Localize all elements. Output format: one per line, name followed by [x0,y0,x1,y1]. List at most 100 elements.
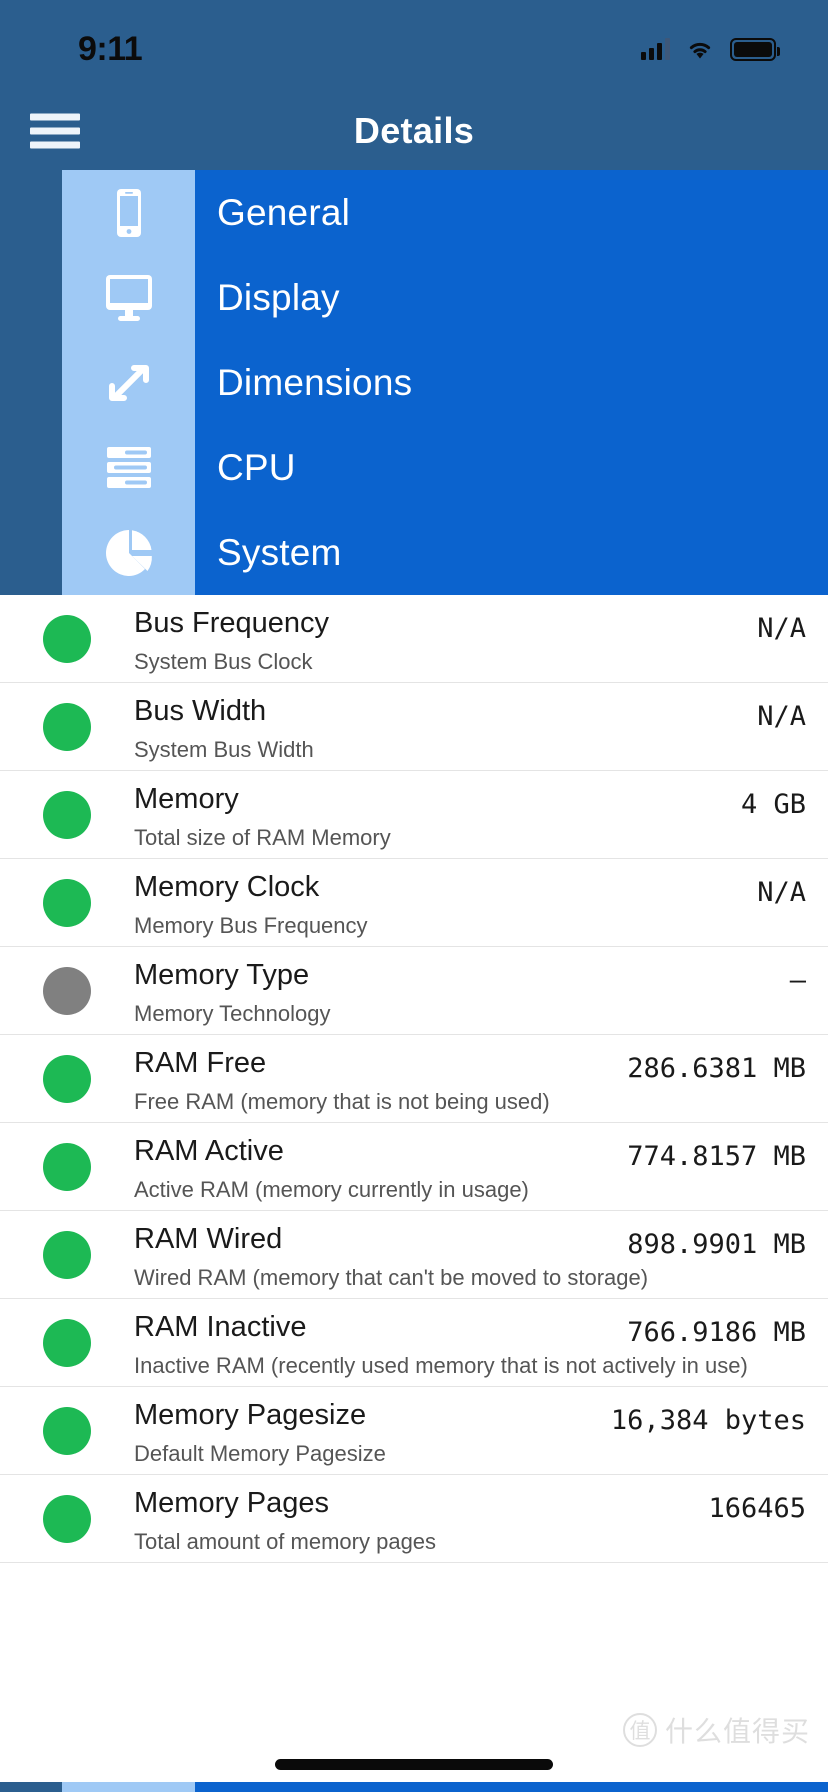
server-icon [62,425,195,510]
table-row[interactable]: RAM Wired Wired RAM (memory that can't be… [0,1211,828,1299]
bottom-strip-blue [195,1782,828,1792]
section-tab-list: General Display Dimensions CPU System [0,170,828,595]
row-value: 166465 [708,1493,806,1524]
row-value: 774.8157 MB [627,1141,806,1172]
row-title: RAM Active [134,1135,284,1167]
bottom-edge-strip [0,1782,828,1792]
table-row[interactable]: Memory Pages Total amount of memory pages… [0,1475,828,1563]
row-subtitle: Inactive RAM (recently used memory that … [134,1353,748,1378]
status-indicator-wrap [0,702,134,751]
row-text-block: RAM Active Active RAM (memory currently i… [134,1123,806,1210]
row-text-block: Memory Total size of RAM Memory 4 GB [134,771,806,858]
status-indicator-wrap [0,1230,134,1279]
row-subtitle: System Bus Width [134,737,314,762]
row-title: RAM Inactive [134,1311,307,1343]
tab-display[interactable]: Display [0,255,828,340]
status-dot-green-icon [43,878,91,927]
row-title: Bus Frequency [134,607,330,639]
status-dot-green-icon [43,1494,91,1543]
tab-label: General [195,170,828,255]
table-row[interactable]: Memory Clock Memory Bus Frequency N/A [0,859,828,947]
tab-label: System [195,510,828,595]
bottom-strip-dark [0,1782,62,1792]
row-value: 16,384 bytes [610,1405,806,1436]
status-dot-green-icon [43,1406,91,1455]
row-text-block: Bus Width System Bus Width N/A [134,683,806,770]
status-indicator-wrap [0,1494,134,1543]
phone-icon [62,170,195,255]
status-dot-green-icon [43,790,91,839]
watermark: 值 什么值得买 [622,1710,810,1750]
status-dot-green-icon [43,702,91,751]
row-subtitle: Free RAM (memory that is not being used) [134,1089,550,1114]
row-subtitle: Default Memory Pagesize [134,1441,386,1466]
row-subtitle: Memory Technology [134,1001,331,1026]
status-dot-green-icon [43,614,91,663]
table-row[interactable]: RAM Active Active RAM (memory currently i… [0,1123,828,1211]
row-title: Memory Pagesize [134,1399,367,1431]
table-row[interactable]: RAM Inactive Inactive RAM (recently used … [0,1299,828,1387]
row-title: RAM Free [134,1047,267,1079]
tab-label: Dimensions [195,340,828,425]
table-row[interactable]: Memory Pagesize Default Memory Pagesize 16… [0,1387,828,1475]
hamburger-menu-icon[interactable] [30,113,80,149]
expand-arrows-icon [62,340,195,425]
details-list: Bus Frequency System Bus Clock N/A Bus Widt… [0,595,828,1563]
row-value: N/A [757,877,806,908]
status-bar-icons [641,37,780,61]
row-subtitle: System Bus Clock [134,649,313,674]
tab-general[interactable]: General [0,170,828,255]
row-value: 4 GB [740,789,806,820]
status-indicator-wrap [0,1318,134,1367]
table-row[interactable]: Memory Total size of RAM Memory 4 GB [0,771,828,859]
row-text-block: Memory Pagesize Default Memory Pagesize 16… [134,1387,806,1474]
watermark-badge: 值 [622,1713,657,1747]
status-bar: 9:11 [0,0,828,92]
table-row[interactable]: Bus Frequency System Bus Clock N/A [0,595,828,683]
status-dot-green-icon [43,1230,91,1279]
row-value: N/A [757,613,806,644]
status-indicator-wrap [0,790,134,839]
row-value: 766.9186 MB [627,1317,806,1348]
monitor-icon [62,255,195,340]
tab-cpu[interactable]: CPU [0,425,828,510]
bottom-strip-light [62,1782,195,1792]
row-subtitle: Active RAM (memory currently in usage) [134,1177,529,1202]
row-subtitle: Total amount of memory pages [134,1529,437,1554]
tab-dimensions[interactable]: Dimensions [0,340,828,425]
row-text-block: RAM Wired Wired RAM (memory that can't be… [134,1211,806,1298]
page-title: Details [353,110,475,151]
row-text-block: Memory Pages Total amount of memory pages… [134,1475,806,1562]
status-bar-time: 9:11 [78,29,143,68]
row-text-block: Memory Clock Memory Bus Frequency N/A [134,859,806,946]
row-title: RAM Wired [134,1223,283,1255]
status-dot-green-icon [43,1142,91,1191]
row-title: Memory Type [134,959,310,991]
status-dot-green-icon [43,1054,91,1103]
status-dot-green-icon [43,1318,91,1367]
watermark-text: 什么值得买 [664,1715,810,1748]
status-indicator-wrap [0,966,134,1015]
row-value: N/A [757,701,806,732]
status-indicator-wrap [0,1054,134,1103]
battery-icon [730,37,780,61]
table-row[interactable]: RAM Free Free RAM (memory that is not bei… [0,1035,828,1123]
row-text-block: Bus Frequency System Bus Clock N/A [134,595,806,682]
row-title: Memory Clock [134,871,320,903]
tab-system[interactable]: System [0,510,828,595]
row-text-block: RAM Inactive Inactive RAM (recently used … [134,1299,806,1386]
table-row[interactable]: Bus Width System Bus Width N/A [0,683,828,771]
status-dot-grey-icon [43,966,91,1015]
status-indicator-wrap [0,1142,134,1191]
cellular-signal-icon [641,38,670,60]
wifi-icon [686,38,714,60]
table-row[interactable]: Memory Type Memory Technology – [0,947,828,1035]
tab-label: Display [195,255,828,340]
home-indicator[interactable] [275,1759,553,1770]
row-subtitle: Wired RAM (memory that can't be moved to… [134,1265,649,1290]
row-value: 898.9901 MB [627,1229,806,1260]
tab-label: CPU [195,425,828,510]
row-subtitle: Memory Bus Frequency [134,913,368,938]
status-indicator-wrap [0,614,134,663]
status-indicator-wrap [0,1406,134,1455]
